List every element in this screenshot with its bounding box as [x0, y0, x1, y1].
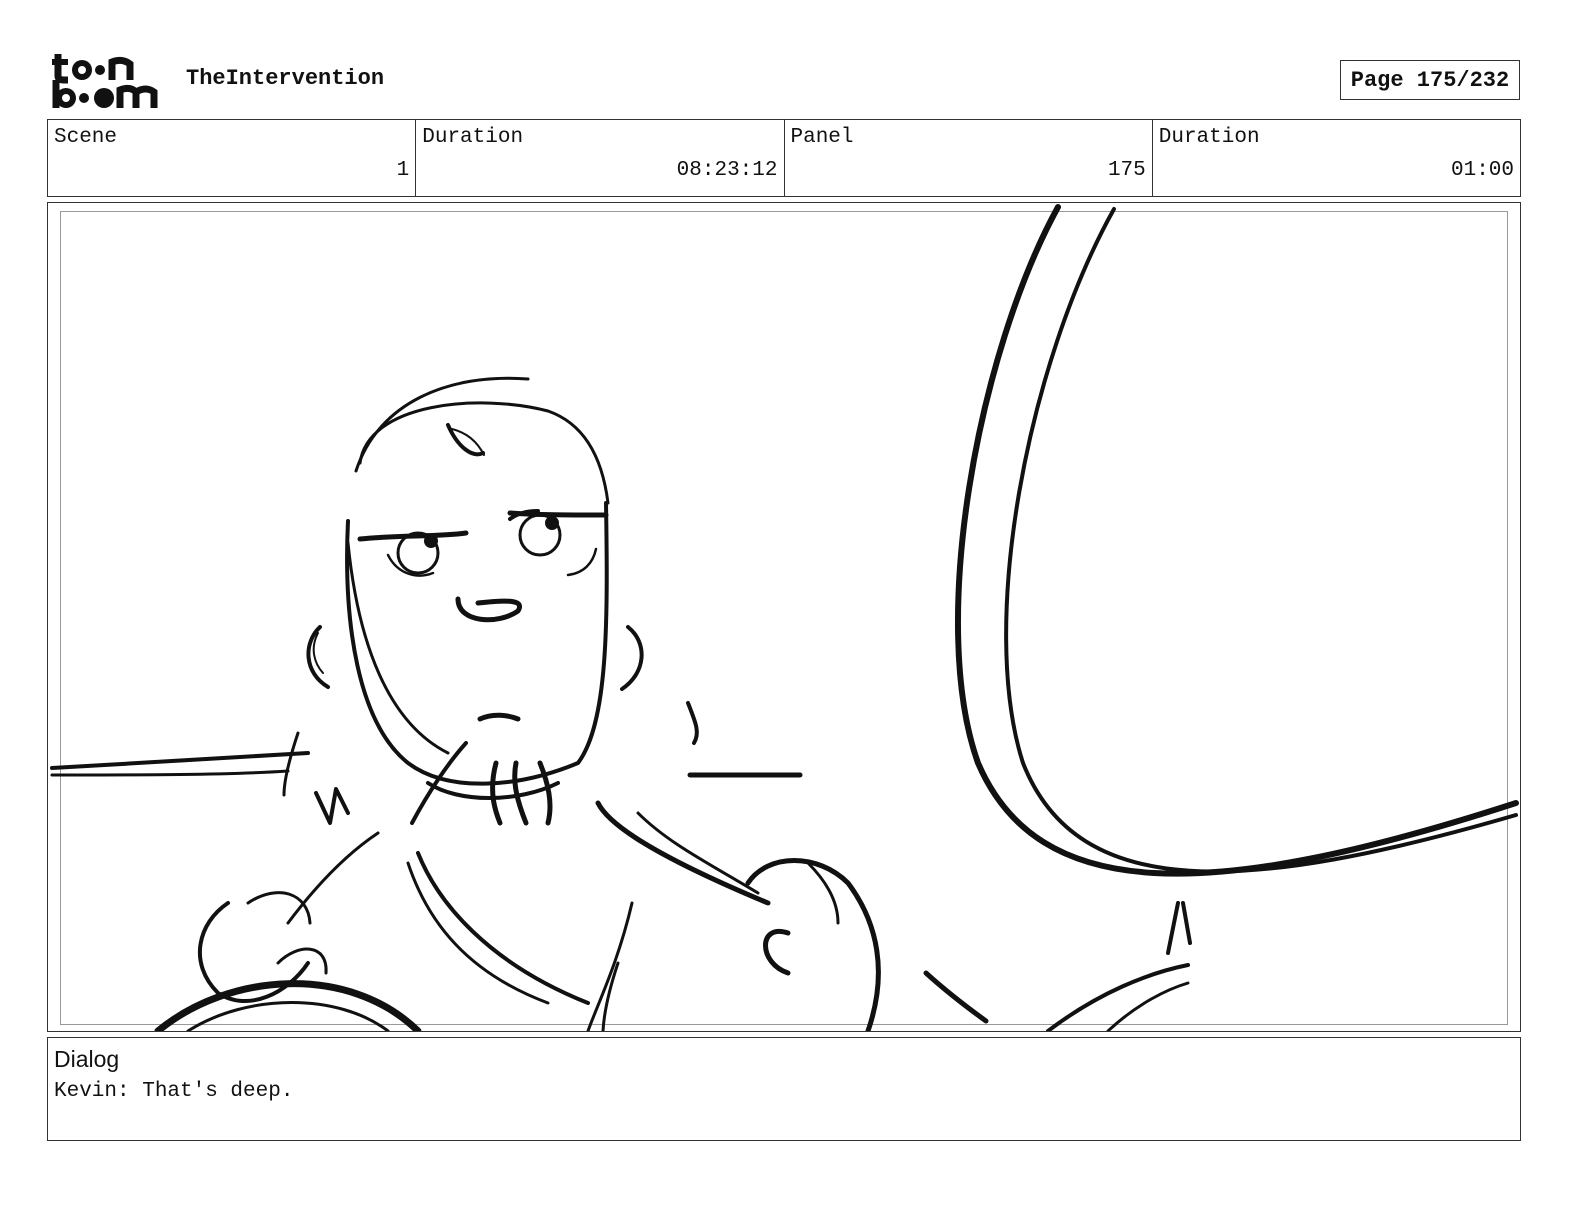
panel-cell: Panel 175: [785, 120, 1153, 196]
toon-boom-logo-icon: [52, 54, 158, 108]
panel-duration-cell: Duration 01:00: [1153, 120, 1520, 196]
toon-boom-logo: [50, 50, 166, 112]
page-indicator: Page 175/232: [1340, 60, 1520, 100]
scene-duration-cell: Duration 08:23:12: [416, 120, 785, 196]
panel-value: 175: [1107, 159, 1146, 182]
dialog-text: Kevin: That's deep.: [54, 1080, 294, 1103]
scene-value: 1: [396, 159, 410, 182]
panel-label: Panel: [790, 126, 854, 149]
scene-cell: Scene 1: [48, 120, 417, 196]
scene-label: Scene: [54, 126, 118, 149]
dialog-box: Dialog Kevin: That's deep.: [47, 1037, 1521, 1141]
project-title: TheIntervention: [186, 66, 385, 91]
panel-duration-value: 01:00: [1450, 159, 1514, 182]
panel-duration-label: Duration: [1158, 126, 1260, 149]
scene-duration-label: Duration: [422, 126, 524, 149]
scene-duration-value: 08:23:12: [676, 159, 778, 182]
panel-sketch: [50, 204, 1519, 1031]
info-row: Scene 1 Duration 08:23:12 Panel 175 Dura…: [47, 119, 1521, 197]
storyboard-panel: [47, 202, 1521, 1032]
dialog-label: Dialog: [54, 1046, 120, 1072]
